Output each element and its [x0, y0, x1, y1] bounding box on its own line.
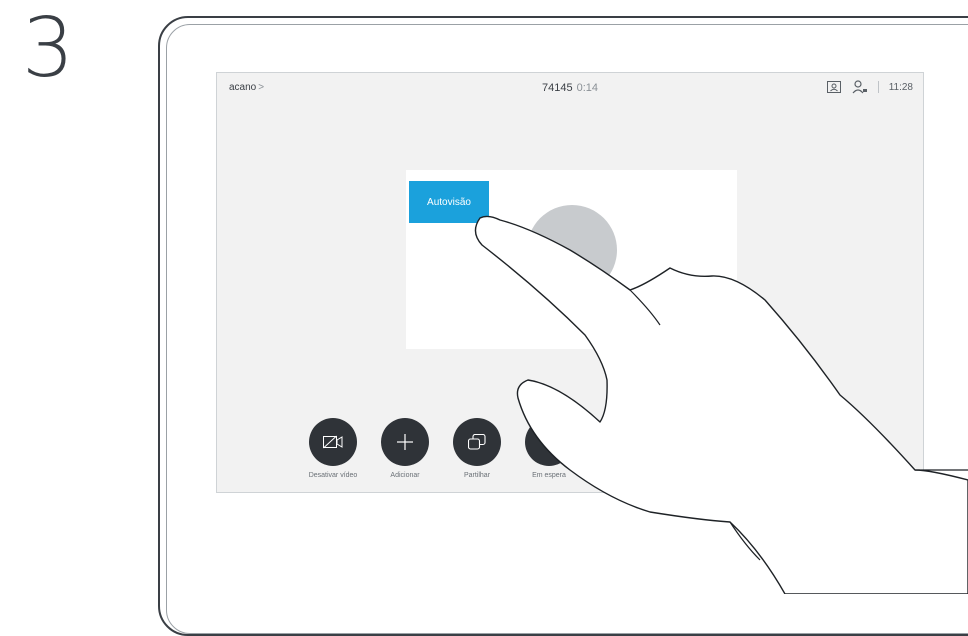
hold-icon: [525, 418, 573, 466]
hold-button[interactable]: Em espera: [525, 418, 573, 479]
volume-button[interactable]: [814, 527, 864, 557]
plus-icon: [381, 418, 429, 466]
clock: 11:28: [888, 81, 913, 93]
add-label: Adicionar: [390, 472, 420, 479]
microphone-mute-icon: [896, 532, 910, 551]
status-area: 11:28: [826, 79, 913, 95]
call-info: 74145 0:14: [217, 82, 923, 94]
participants-icon[interactable]: [852, 79, 868, 95]
speaker-icon: [841, 537, 853, 547]
share-button[interactable]: Partilhar: [453, 418, 501, 479]
microphone-mute-button[interactable]: [886, 525, 920, 559]
touch-screen: acano > 74145 0:14 11:28 Autovisão Desativ…: [216, 72, 924, 493]
video-off-button[interactable]: Desativar vídeo: [309, 418, 357, 479]
call-controls: Desativar vídeo Adicionar Partilhar Em e…: [309, 418, 573, 479]
selfview-button[interactable]: Autovisão: [409, 181, 489, 223]
call-number: 74145: [541, 82, 573, 94]
share-icon: [453, 418, 501, 466]
call-duration: 0:14: [576, 82, 598, 94]
share-label: Partilhar: [463, 472, 491, 479]
video-off-label: Desativar vídeo: [308, 472, 358, 479]
add-button[interactable]: Adicionar: [381, 418, 429, 479]
video-off-icon: [309, 418, 357, 466]
avatar: [527, 205, 617, 295]
selfview-layout-icon[interactable]: [826, 79, 842, 95]
selfview-panel[interactable]: Autovisão: [406, 170, 737, 349]
step-number: 3: [22, 1, 75, 96]
hold-label: Em espera: [532, 472, 566, 479]
divider: [877, 81, 879, 93]
